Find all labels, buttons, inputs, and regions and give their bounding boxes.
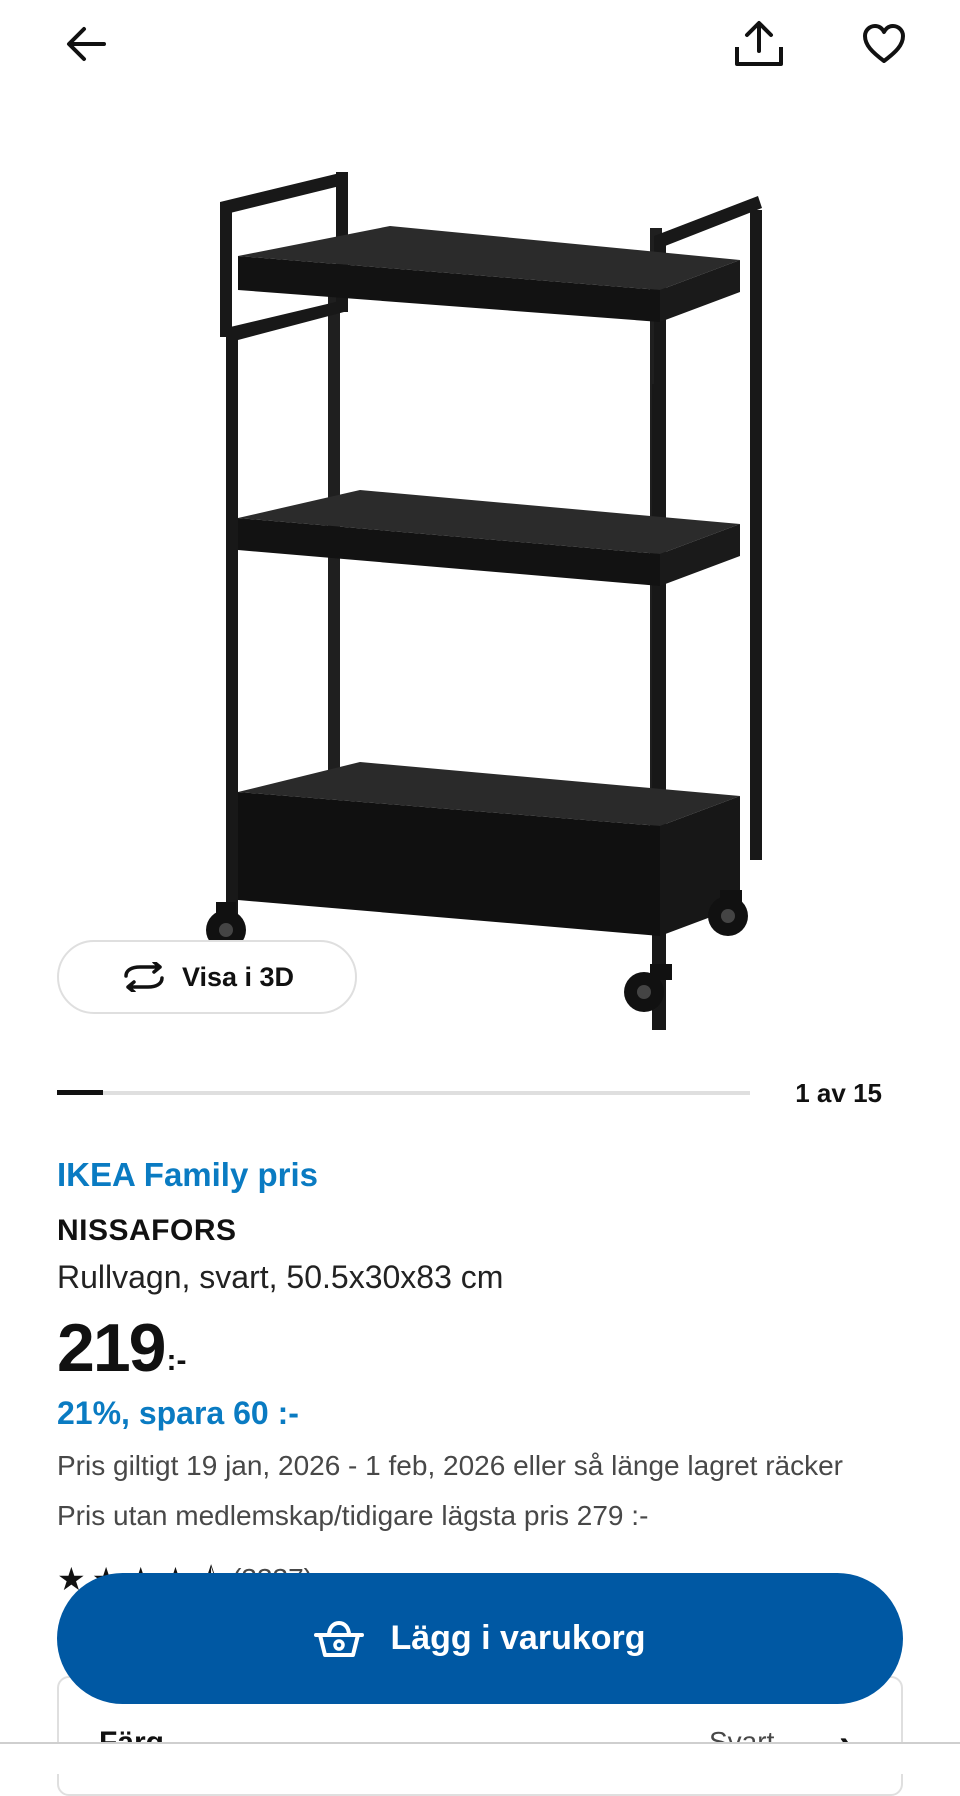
view-3d-button[interactable]: Visa i 3D (57, 940, 357, 1014)
product-description: Rullvagn, svart, 50.5x30x83 cm (57, 1259, 504, 1295)
price-validity: Pris giltigt 19 jan, 2026 - 1 feb, 2026 … (57, 1450, 844, 1481)
rotate-3d-icon (124, 962, 164, 992)
bottom-strip (0, 1744, 960, 1774)
price-amount: 219 (57, 1310, 166, 1386)
carousel-counter: 1 av 15 (795, 1078, 882, 1108)
add-to-cart-button[interactable]: Lägg i varukorg (57, 1573, 903, 1704)
price: 219 :- (57, 1310, 186, 1386)
share-upload-icon (735, 21, 783, 66)
discount-text: 21%, spara 60 :- (57, 1395, 299, 1431)
family-price-label: IKEA Family pris (57, 1156, 319, 1193)
carousel-progress-track[interactable] (57, 1090, 750, 1095)
back-button[interactable] (54, 12, 118, 76)
share-button[interactable] (727, 12, 791, 76)
product-name: NISSAFORS (57, 1214, 237, 1247)
rolling-cart-illustration (206, 172, 762, 1084)
price-currency-suffix: :- (166, 1344, 187, 1377)
carousel-progress-indicator (57, 1090, 103, 1095)
product-image[interactable] (180, 150, 780, 1084)
shopping-basket-icon (314, 1620, 365, 1657)
arrow-left-icon (67, 27, 106, 61)
add-to-cart-label: Lägg i varukorg (390, 1619, 646, 1657)
top-bar (0, 0, 960, 100)
view-3d-label: Visa i 3D (181, 961, 295, 992)
heart-outline-icon (863, 24, 905, 63)
favorite-button[interactable] (852, 12, 916, 76)
previous-price: Pris utan medlemskap/tidigare lägsta pri… (57, 1500, 649, 1531)
